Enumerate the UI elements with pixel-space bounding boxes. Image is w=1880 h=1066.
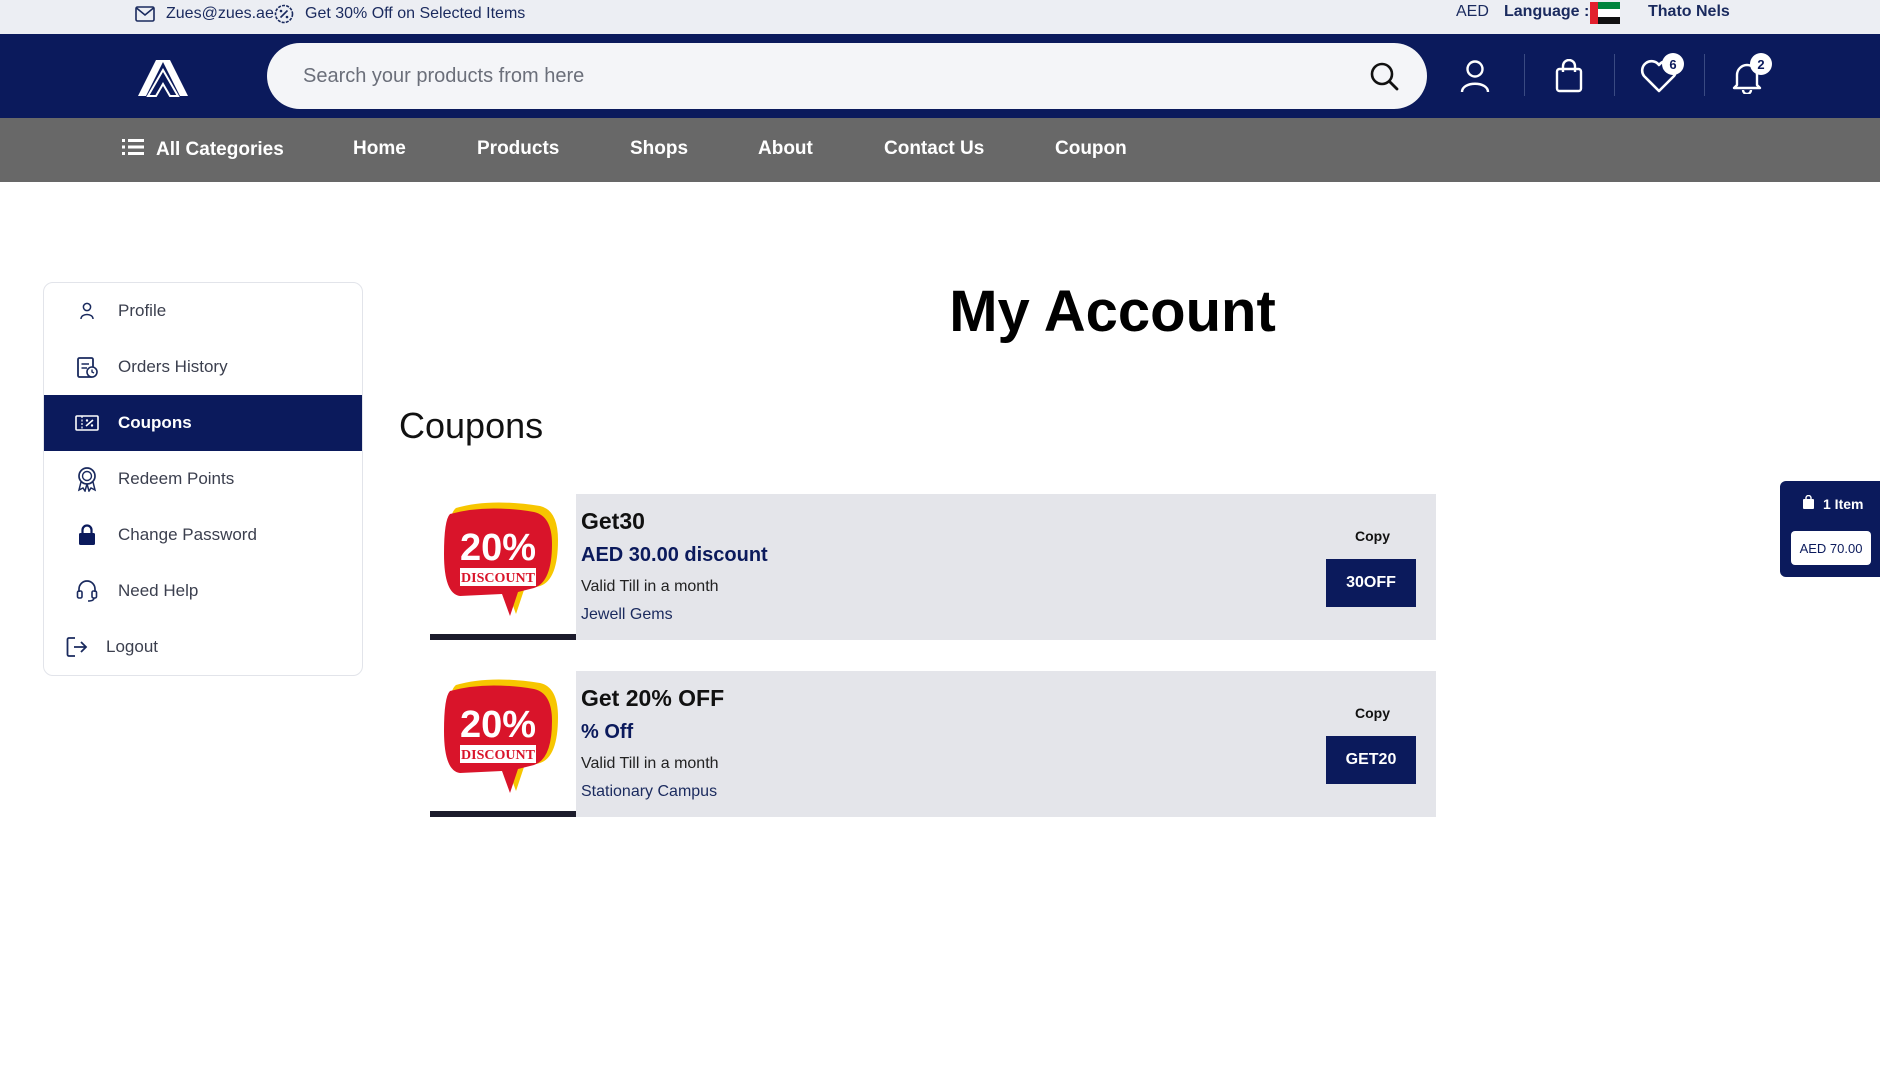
search-icon[interactable] <box>1365 57 1403 95</box>
image-bottom-bar <box>430 634 576 640</box>
headset-icon <box>74 578 100 604</box>
sidebar-item-need-help[interactable]: Need Help <box>44 563 362 619</box>
sidebar-item-redeem-points[interactable]: Redeem Points <box>44 451 362 507</box>
floating-cart[interactable]: 1 Item AED 70.00 <box>1780 481 1880 577</box>
coupon-name: Get30 <box>581 508 645 534</box>
coupon-shop-link[interactable]: Stationary Campus <box>581 783 717 801</box>
mail-icon <box>134 3 156 25</box>
top-info-bar: Zues@zues.ae Get 30% Off on Selected Ite… <box>0 0 1880 34</box>
promo-text: Get 30% Off on Selected Items <box>305 5 526 22</box>
cart-total: AED 70.00 <box>1791 531 1871 565</box>
sidebar-item-logout[interactable]: Logout <box>44 619 362 675</box>
notification-bell-icon[interactable]: 2 <box>1722 51 1772 101</box>
contact-email-text: Zues@zues.ae <box>166 5 274 22</box>
coupon-shop-link[interactable]: Jewell Gems <box>581 606 673 624</box>
coupon-code-button[interactable]: GET20 <box>1326 736 1416 784</box>
coupon-card: 20% DISCOUNT Get 20% OFF % Off Valid Til… <box>430 671 1436 817</box>
discount-badge-image: 20% DISCOUNT <box>430 671 576 817</box>
discount-badge-image: 20% DISCOUNT <box>430 494 576 640</box>
cart-items-count: 1 Item <box>1823 496 1864 512</box>
user-icon <box>74 298 100 324</box>
account-icon[interactable] <box>1450 51 1500 101</box>
sidebar-item-label: Profile <box>118 301 167 320</box>
uae-flag-icon[interactable] <box>1590 2 1620 24</box>
page-title: My Account <box>949 279 1276 344</box>
copy-label[interactable]: Copy <box>1355 528 1390 544</box>
notification-count-badge: 2 <box>1750 53 1772 75</box>
sidebar-item-label: Logout <box>106 637 158 656</box>
image-bottom-bar <box>430 811 576 817</box>
all-categories-label: All Categories <box>156 139 284 160</box>
sidebar-item-label: Coupons <box>118 413 192 432</box>
search-bar <box>267 43 1427 109</box>
main-navigation: All Categories Home Products Shops About… <box>0 118 1880 182</box>
nav-contact-us[interactable]: Contact Us <box>884 138 984 160</box>
wishlist-count-badge: 6 <box>1662 53 1684 75</box>
currency-selector[interactable]: AED <box>1456 3 1489 21</box>
sidebar-item-label: Redeem Points <box>118 469 235 488</box>
user-name[interactable]: Thato Nels <box>1648 3 1730 21</box>
discount-icon <box>273 3 295 25</box>
discount-word-text: DISCOUNT <box>461 748 536 763</box>
sidebar-item-orders-history[interactable]: Orders History <box>44 339 362 395</box>
language-label: Language : <box>1504 3 1590 20</box>
header-divider <box>1704 54 1705 96</box>
sidebar-item-profile[interactable]: Profile <box>44 283 362 339</box>
wishlist-heart-icon[interactable]: 6 <box>1634 51 1684 101</box>
copy-label[interactable]: Copy <box>1355 705 1390 721</box>
discount-percent-text: 20% <box>460 527 536 569</box>
logout-icon <box>64 634 90 660</box>
search-input[interactable] <box>303 61 1303 91</box>
shopping-bag-icon <box>1802 494 1815 513</box>
nav-products[interactable]: Products <box>477 138 559 160</box>
shopping-bag-icon[interactable] <box>1544 51 1594 101</box>
coupon-card: 20% DISCOUNT Get30 AED 30.00 discount Va… <box>430 494 1436 640</box>
nav-shops[interactable]: Shops <box>630 138 688 160</box>
coupon-amount: AED 30.00 discount <box>581 544 768 566</box>
lock-icon <box>74 522 100 548</box>
coupon-validity: Valid Till in a month <box>581 578 719 595</box>
nav-coupon[interactable]: Coupon <box>1055 138 1127 160</box>
sidebar-item-change-password[interactable]: Change Password <box>44 507 362 563</box>
header-divider <box>1524 54 1525 96</box>
sidebar-item-label: Change Password <box>118 525 257 544</box>
list-menu-icon <box>122 138 144 162</box>
discount-word-text: DISCOUNT <box>461 571 536 586</box>
award-icon <box>74 466 100 492</box>
coupon-amount: % Off <box>581 721 634 743</box>
coupon-code-button[interactable]: 30OFF <box>1326 559 1416 607</box>
section-title: Coupons <box>399 405 544 446</box>
account-sidebar: Profile Orders History Coupons Redeem Po… <box>43 282 363 676</box>
contact-email[interactable]: Zues@zues.ae <box>134 3 274 25</box>
discount-percent-text: 20% <box>460 704 536 746</box>
all-categories-menu[interactable]: All Categories <box>122 138 284 162</box>
main-header: 6 2 <box>0 34 1880 118</box>
sidebar-item-label: Orders History <box>118 357 228 376</box>
coupon-icon <box>74 410 100 436</box>
site-logo[interactable] <box>134 46 192 106</box>
nav-about[interactable]: About <box>758 138 813 160</box>
promo-banner: Get 30% Off on Selected Items <box>273 3 525 25</box>
nav-home[interactable]: Home <box>353 138 406 160</box>
header-divider <box>1614 54 1615 96</box>
sidebar-item-coupons[interactable]: Coupons <box>44 395 362 451</box>
sidebar-item-label: Need Help <box>118 581 199 600</box>
coupon-validity: Valid Till in a month <box>581 755 719 772</box>
coupon-name: Get 20% OFF <box>581 685 725 711</box>
cart-items-summary: 1 Item <box>1802 494 1864 513</box>
orders-icon <box>74 354 100 380</box>
